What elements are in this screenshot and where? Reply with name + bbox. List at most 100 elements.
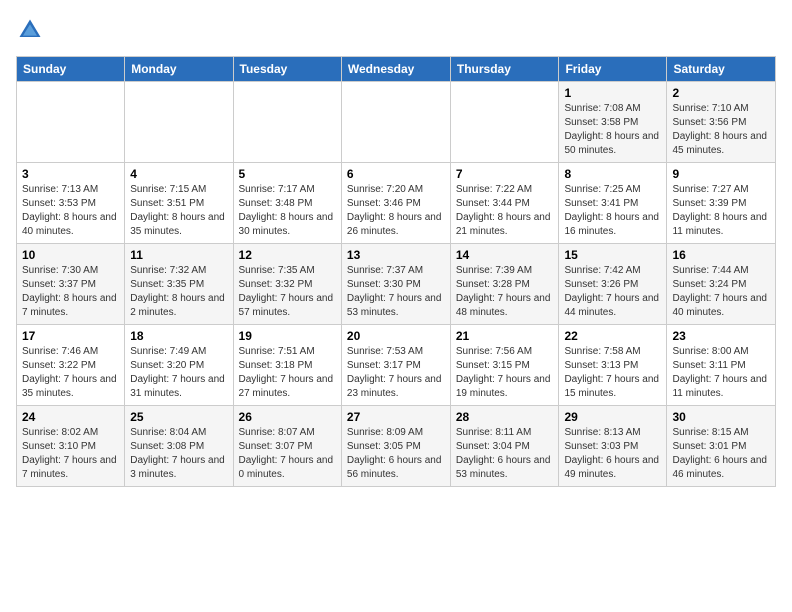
day-info: Sunrise: 8:09 AM Sunset: 3:05 PM Dayligh… [347, 426, 445, 482]
day-number: 4 [130, 167, 227, 181]
calendar-cell: 3 Sunrise: 7:13 AM Sunset: 3:53 PM Daylig… [17, 163, 125, 244]
calendar-cell: 11Sunrise: 7:32 AM Sunset: 3:35 PM Dayli… [125, 244, 233, 325]
calendar-cell: 18 Sunrise: 7:49 AM Sunset: 3:20 PM Dayli… [125, 325, 233, 406]
calendar-week-row: 1 Sunrise: 7:08 AM Sunset: 3:58 PM Daylig… [17, 82, 776, 163]
calendar-cell: 9Sunrise: 7:27 AM Sunset: 3:39 PM Daylig… [667, 163, 776, 244]
day-number: 24 [22, 410, 119, 424]
day-number: 18 [130, 329, 227, 343]
day-number: 30 [672, 410, 770, 424]
calendar-cell: 4 Sunrise: 7:15 AM Sunset: 3:51 PM Daylig… [125, 163, 233, 244]
day-info: Sunrise: 8:07 AM Sunset: 3:07 PM Dayligh… [239, 426, 336, 482]
weekday-header: Tuesday [233, 57, 341, 82]
day-info: Sunrise: 7:42 AM Sunset: 3:26 PM Dayligh… [564, 264, 661, 320]
calendar-table: SundayMondayTuesdayWednesdayThursdayFrid… [16, 56, 776, 487]
page-header [16, 16, 776, 44]
calendar-cell: 22 Sunrise: 7:58 AM Sunset: 3:13 PM Dayli… [559, 325, 667, 406]
day-info: Sunrise: 7:25 AM Sunset: 3:41 PM Dayligh… [564, 183, 661, 239]
calendar-cell: 23 Sunrise: 8:00 AM Sunset: 3:11 PM Dayli… [667, 325, 776, 406]
day-number: 19 [239, 329, 336, 343]
day-number: 25 [130, 410, 227, 424]
calendar-week-row: 10 Sunrise: 7:30 AM Sunset: 3:37 PM Dayli… [17, 244, 776, 325]
day-number: 5 [239, 167, 336, 181]
day-info: Sunrise: 8:13 AM Sunset: 3:03 PM Dayligh… [564, 426, 661, 482]
day-number: 12 [239, 248, 336, 262]
day-info: Sunrise: 7:08 AM Sunset: 3:58 PM Dayligh… [564, 102, 661, 158]
day-info: Sunrise: 7:27 AM Sunset: 3:39 PM Dayligh… [672, 183, 770, 239]
day-number: 10 [22, 248, 119, 262]
calendar-cell: 8Sunrise: 7:25 AM Sunset: 3:41 PM Daylig… [559, 163, 667, 244]
calendar-cell: 27 Sunrise: 8:09 AM Sunset: 3:05 PM Dayli… [341, 406, 450, 487]
calendar-week-row: 17Sunrise: 7:46 AM Sunset: 3:22 PM Dayli… [17, 325, 776, 406]
day-info: Sunrise: 7:53 AM Sunset: 3:17 PM Dayligh… [347, 345, 445, 401]
calendar-cell: 15 Sunrise: 7:42 AM Sunset: 3:26 PM Dayli… [559, 244, 667, 325]
weekday-header-row: SundayMondayTuesdayWednesdayThursdayFrid… [17, 57, 776, 82]
calendar-week-row: 3 Sunrise: 7:13 AM Sunset: 3:53 PM Daylig… [17, 163, 776, 244]
calendar-cell: 7 Sunrise: 7:22 AM Sunset: 3:44 PM Daylig… [450, 163, 559, 244]
day-info: Sunrise: 8:04 AM Sunset: 3:08 PM Dayligh… [130, 426, 227, 482]
calendar-cell: 12 Sunrise: 7:35 AM Sunset: 3:32 PM Dayli… [233, 244, 341, 325]
calendar-cell [341, 82, 450, 163]
calendar-cell: 19 Sunrise: 7:51 AM Sunset: 3:18 PM Dayli… [233, 325, 341, 406]
day-number: 3 [22, 167, 119, 181]
calendar-cell [125, 82, 233, 163]
weekday-header: Monday [125, 57, 233, 82]
weekday-header: Friday [559, 57, 667, 82]
calendar-cell: 2 Sunrise: 7:10 AM Sunset: 3:56 PM Daylig… [667, 82, 776, 163]
day-info: Sunrise: 7:37 AM Sunset: 3:30 PM Dayligh… [347, 264, 445, 320]
weekday-header: Thursday [450, 57, 559, 82]
logo-icon [16, 16, 44, 44]
calendar-cell: 21 Sunrise: 7:56 AM Sunset: 3:15 PM Dayli… [450, 325, 559, 406]
calendar-cell: 1 Sunrise: 7:08 AM Sunset: 3:58 PM Daylig… [559, 82, 667, 163]
day-info: Sunrise: 7:10 AM Sunset: 3:56 PM Dayligh… [672, 102, 770, 158]
day-number: 7 [456, 167, 554, 181]
day-number: 28 [456, 410, 554, 424]
day-info: Sunrise: 7:49 AM Sunset: 3:20 PM Dayligh… [130, 345, 227, 401]
calendar-cell [17, 82, 125, 163]
day-number: 2 [672, 86, 770, 100]
day-info: Sunrise: 7:22 AM Sunset: 3:44 PM Dayligh… [456, 183, 554, 239]
day-info: Sunrise: 7:39 AM Sunset: 3:28 PM Dayligh… [456, 264, 554, 320]
weekday-header: Wednesday [341, 57, 450, 82]
logo [16, 16, 48, 44]
calendar-cell: 29 Sunrise: 8:13 AM Sunset: 3:03 PM Dayli… [559, 406, 667, 487]
weekday-header: Sunday [17, 57, 125, 82]
day-info: Sunrise: 7:35 AM Sunset: 3:32 PM Dayligh… [239, 264, 336, 320]
day-number: 21 [456, 329, 554, 343]
day-info: Sunrise: 8:00 AM Sunset: 3:11 PM Dayligh… [672, 345, 770, 401]
day-info: Sunrise: 7:51 AM Sunset: 3:18 PM Dayligh… [239, 345, 336, 401]
day-number: 22 [564, 329, 661, 343]
day-number: 1 [564, 86, 661, 100]
day-info: Sunrise: 8:02 AM Sunset: 3:10 PM Dayligh… [22, 426, 119, 482]
day-number: 27 [347, 410, 445, 424]
calendar-cell [233, 82, 341, 163]
calendar-cell: 30 Sunrise: 8:15 AM Sunset: 3:01 PM Dayli… [667, 406, 776, 487]
day-number: 6 [347, 167, 445, 181]
day-number: 15 [564, 248, 661, 262]
day-number: 29 [564, 410, 661, 424]
day-number: 26 [239, 410, 336, 424]
weekday-header: Saturday [667, 57, 776, 82]
day-number: 23 [672, 329, 770, 343]
day-info: Sunrise: 7:30 AM Sunset: 3:37 PM Dayligh… [22, 264, 119, 320]
calendar-cell: 28 Sunrise: 8:11 AM Sunset: 3:04 PM Dayli… [450, 406, 559, 487]
day-info: Sunrise: 8:11 AM Sunset: 3:04 PM Dayligh… [456, 426, 554, 482]
calendar-cell: 26 Sunrise: 8:07 AM Sunset: 3:07 PM Dayli… [233, 406, 341, 487]
day-info: Sunrise: 7:32 AM Sunset: 3:35 PM Dayligh… [130, 264, 227, 320]
day-info: Sunrise: 7:13 AM Sunset: 3:53 PM Dayligh… [22, 183, 119, 239]
day-info: Sunrise: 7:15 AM Sunset: 3:51 PM Dayligh… [130, 183, 227, 239]
calendar-cell: 25 Sunrise: 8:04 AM Sunset: 3:08 PM Dayli… [125, 406, 233, 487]
calendar-cell: 20 Sunrise: 7:53 AM Sunset: 3:17 PM Dayli… [341, 325, 450, 406]
day-info: Sunrise: 8:15 AM Sunset: 3:01 PM Dayligh… [672, 426, 770, 482]
day-info: Sunrise: 7:17 AM Sunset: 3:48 PM Dayligh… [239, 183, 336, 239]
calendar-week-row: 24 Sunrise: 8:02 AM Sunset: 3:10 PM Dayli… [17, 406, 776, 487]
day-info: Sunrise: 7:58 AM Sunset: 3:13 PM Dayligh… [564, 345, 661, 401]
day-number: 13 [347, 248, 445, 262]
calendar-cell: 14 Sunrise: 7:39 AM Sunset: 3:28 PM Dayli… [450, 244, 559, 325]
calendar-cell: 17Sunrise: 7:46 AM Sunset: 3:22 PM Dayli… [17, 325, 125, 406]
day-number: 20 [347, 329, 445, 343]
day-info: Sunrise: 7:46 AM Sunset: 3:22 PM Dayligh… [22, 345, 119, 401]
calendar-cell [450, 82, 559, 163]
calendar-cell: 6Sunrise: 7:20 AM Sunset: 3:46 PM Daylig… [341, 163, 450, 244]
day-number: 14 [456, 248, 554, 262]
day-info: Sunrise: 7:56 AM Sunset: 3:15 PM Dayligh… [456, 345, 554, 401]
